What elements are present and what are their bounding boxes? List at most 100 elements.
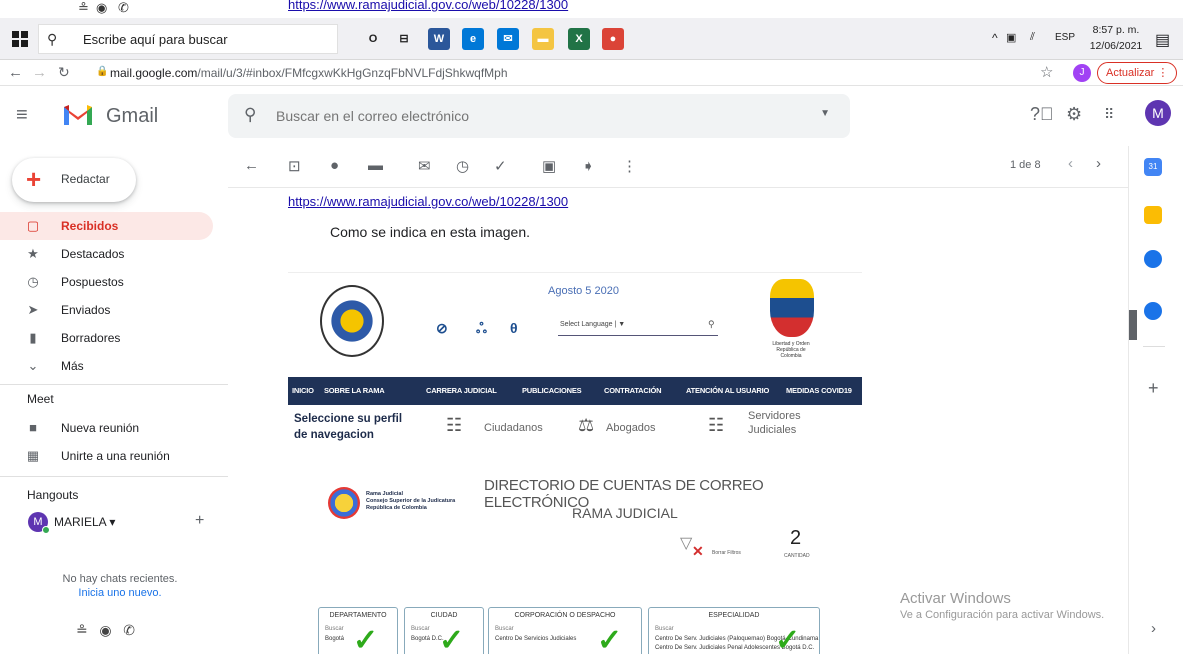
more-icon[interactable]: ⋮ [622,157,637,175]
filter-search[interactable]: Buscar [411,626,430,632]
gear-icon[interactable]: ⚙ [1066,104,1082,125]
sidebar-item-borradores[interactable]: ▮ Borradores [0,324,213,352]
chrome-icon[interactable]: ● [602,28,624,50]
delete-icon[interactable]: ▬ [368,157,383,174]
move-to-icon[interactable]: ▣ [542,157,556,175]
add-task-icon[interactable]: ✓ [494,157,507,175]
lawyers-icon[interactable]: ⚖ [578,415,594,436]
archive-icon[interactable]: ⊡ [288,157,301,175]
tray-screen-icon[interactable]: ▣ [1006,31,1016,44]
taskbar-search-box[interactable]: ⚲ Escribe aquí para buscar [38,24,338,54]
sidebar-item-más[interactable]: ⌄ Más [0,352,213,380]
forward-icon[interactable]: → [32,64,47,81]
mark-unread-icon[interactable]: ✉ [418,157,431,175]
file-explorer-icon[interactable]: ▬ [532,28,554,50]
url-field[interactable]: mail.google.com/mail/u/3/#inbox/FMfcgxwK… [110,66,508,80]
search-options-icon[interactable]: ▼ [820,108,830,119]
add-chat-icon[interactable]: + [195,512,204,530]
embedded-nav-item[interactable]: CONTRATACIÓN [604,386,662,395]
cortana-icon[interactable]: O [362,28,384,50]
windows-start-icon[interactable] [12,31,28,47]
sidebar-item-enviados[interactable]: ➤ Enviados [0,296,213,324]
back-icon[interactable]: ← [8,64,23,81]
person-icon[interactable]: ≗ [76,622,88,638]
embedded-nav-item[interactable]: INICIO [292,386,314,395]
add-addon-icon[interactable]: + [1148,378,1159,399]
clear-filter-icon[interactable]: ✕ [692,543,704,560]
contacts-icon[interactable] [1144,302,1162,320]
gmail-logo-icon[interactable] [62,101,94,127]
sitemap-icon[interactable]: ஃ [476,320,487,339]
filter-search[interactable]: Buscar [655,626,674,632]
update-button[interactable]: Actualizar ⋮ [1097,62,1178,84]
bookmark-star-icon[interactable]: ☆ [1040,63,1053,81]
officials-icon[interactable]: ☷ [708,415,724,436]
label-icon[interactable]: ➧ [582,157,595,175]
taskbar-clock[interactable]: 8:57 p. m. 12/06/2021 [1086,22,1146,54]
profile-lawyers[interactable]: Abogados [606,421,656,435]
back-to-inbox-icon[interactable]: ← [244,157,259,174]
start-chat-link[interactable]: Inicia uno nuevo. [0,586,240,600]
search-icon[interactable]: ⚲ [244,105,256,125]
embedded-nav-item[interactable]: MEDIDAS COVID19 [786,386,852,395]
tray-language[interactable]: ESP [1055,32,1075,43]
reload-icon[interactable]: ↻ [58,64,70,81]
chevron-right-icon[interactable]: › [1096,155,1101,172]
hangouts-user[interactable]: M MARIELA ▾ + [28,510,218,536]
excel-icon[interactable]: X [568,28,590,50]
sidebar-item-recibidos[interactable]: ▢ Recibidos [0,212,213,240]
filter-box[interactable]: ESPECIALIDAD Buscar Centro De Serv. Judici… [648,607,820,654]
keep-icon[interactable] [1144,206,1162,224]
filter-option[interactable]: Centro De Servicios Judiciales [495,636,576,642]
snooze-icon[interactable]: ◷ [456,157,469,175]
sidebar-item-destacados[interactable]: ★ Destacados [0,240,213,268]
apps-grid-icon[interactable]: ⠿ [1104,106,1114,123]
embedded-nav-item[interactable]: CARRERA JUDICIAL [426,386,497,395]
mail-search-box[interactable]: ⚲ ▼ [228,94,850,138]
report-spam-icon[interactable]: ● [330,157,339,174]
compose-button[interactable]: + Redactar [12,158,136,202]
embedded-search-icon[interactable]: ⚲ [708,319,715,330]
sidebar-item-pospuestos[interactable]: ◷ Pospuestos [0,268,213,296]
calendar-icon[interactable]: 31 [1144,158,1162,176]
embedded-nav-item[interactable]: SOBRE LA RAMA [324,386,385,395]
embedded-nav-item[interactable]: PUBLICACIONES [522,386,582,395]
filter-search[interactable]: Buscar [495,626,514,632]
message-link[interactable]: https://www.ramajudicial.gov.co/web/1022… [288,194,568,209]
filter-box[interactable]: CIUDAD Buscar Bogotá D.C. ✓ [404,607,484,654]
embedded-nav-item[interactable]: ATENCIÓN AL USUARIO [686,386,769,395]
filter-icon[interactable]: ▽ [680,533,692,553]
chat-icon[interactable]: ◉ [99,622,111,638]
gmail-title[interactable]: Gmail [106,105,158,128]
mail-search-input[interactable] [276,105,796,127]
word-icon[interactable]: W [428,28,450,50]
clear-filters-label[interactable]: Borrar Filtros [712,550,741,556]
tray-chevron-icon[interactable]: ^ [992,31,998,45]
profile-citizens[interactable]: Ciudadanos [484,421,543,435]
select-language[interactable]: Select Language | ▼ [560,321,625,328]
profile-officials[interactable]: Servidores Judiciales [748,409,808,437]
browser-profile-avatar[interactable]: J [1073,64,1091,82]
accessibility-icon[interactable]: ⊘ [436,320,448,337]
filter-box[interactable]: CORPORACIÓN O DESPACHO Buscar Centro De Se… [488,607,642,654]
filter-box[interactable]: DEPARTAMENTO Buscar Bogotá ✓ [318,607,398,654]
info-icon[interactable]: θ [510,320,518,336]
join-meeting-item[interactable]: ▦ Unirte a una reunión [0,442,213,470]
task-view-icon[interactable]: ⊟ [393,28,415,50]
edge-icon[interactable]: e [462,28,484,50]
tray-wifi-icon[interactable]: ⫽ [1030,31,1035,44]
new-meeting-item[interactable]: ■ Nueva reunión [0,414,213,442]
chevron-left-icon[interactable]: ‹ [1068,155,1073,172]
filter-option[interactable]: Bogotá [325,636,344,642]
background-link[interactable]: https://www.ramajudicial.gov.co/web/1022… [288,0,568,12]
help-icon[interactable]: ?⃝ [1030,104,1054,125]
scrollbar-thumb[interactable] [1129,310,1137,340]
phone-icon[interactable]: ✆ [123,622,135,638]
mail-icon[interactable]: ✉ [497,28,519,50]
notification-icon[interactable]: ▤ [1155,30,1170,50]
menu-icon[interactable]: ≡ [16,104,28,127]
tasks-icon[interactable] [1144,250,1162,268]
filter-search[interactable]: Buscar [325,626,344,632]
chevron-right-icon[interactable]: › [1151,620,1156,637]
account-avatar[interactable]: M [1145,100,1171,126]
